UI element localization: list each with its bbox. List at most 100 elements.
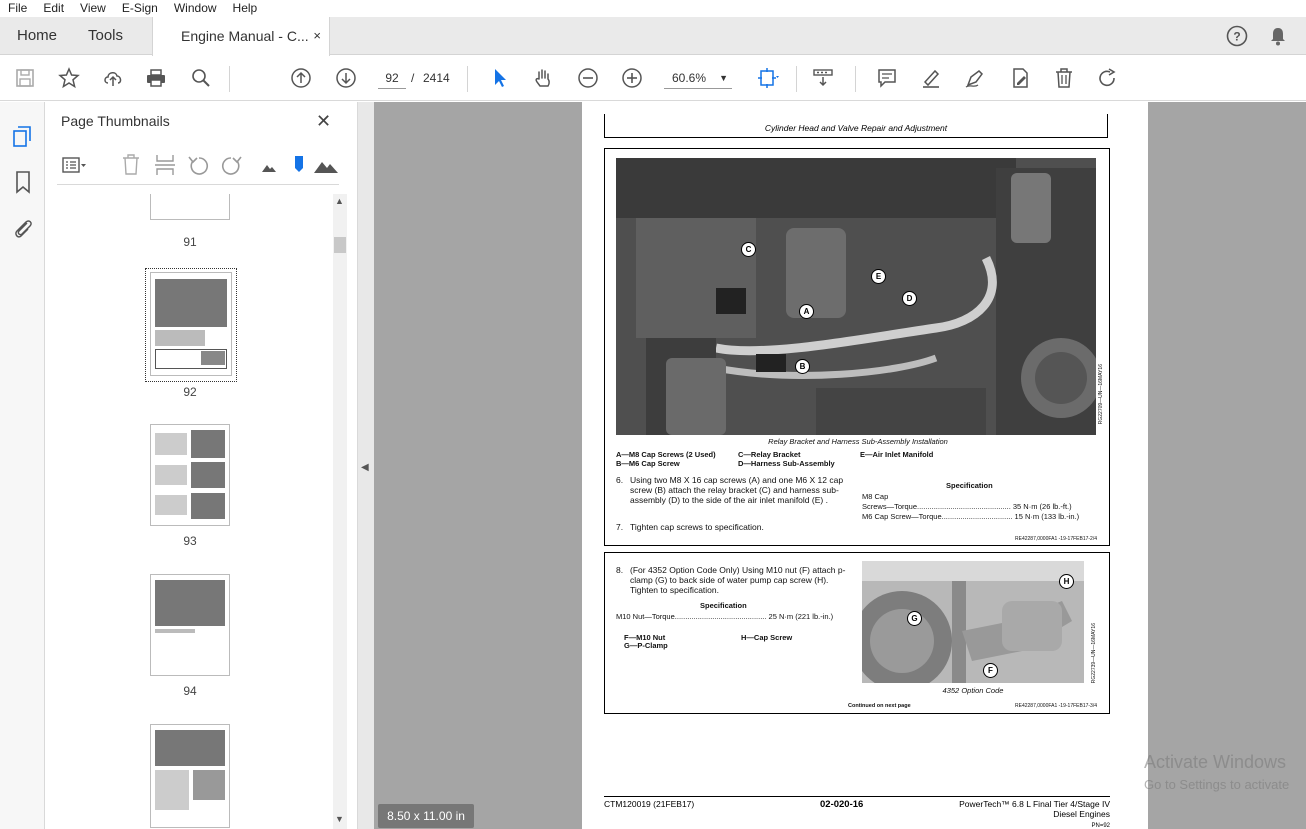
extract-page-icon[interactable] bbox=[152, 153, 178, 177]
step-number: 8. bbox=[616, 565, 624, 575]
redo-icon[interactable] bbox=[1096, 66, 1120, 90]
upload-icon[interactable] bbox=[101, 66, 125, 90]
thumbnail-label: 93 bbox=[183, 534, 197, 548]
menu-bar: File Edit View E-Sign Window Help bbox=[0, 0, 1306, 17]
options-menu-icon[interactable] bbox=[61, 153, 87, 177]
edit-document-icon[interactable] bbox=[1008, 66, 1032, 90]
spec-line: M8 Cap bbox=[862, 492, 889, 501]
zoom-in-icon[interactable] bbox=[620, 66, 644, 90]
panel-splitter[interactable]: ◀ bbox=[358, 102, 374, 829]
left-rail bbox=[0, 102, 45, 829]
spec-title: Specification bbox=[946, 481, 993, 490]
close-icon[interactable]: ✕ bbox=[316, 111, 331, 132]
rotate-right-icon[interactable] bbox=[219, 153, 245, 177]
reference-id: RE42287,0000FA1 -19-17FEB17-2/4 bbox=[1015, 536, 1097, 542]
menu-edit[interactable]: Edit bbox=[35, 0, 72, 17]
smaller-thumbnails-icon[interactable] bbox=[256, 153, 282, 177]
tab-home[interactable]: Home bbox=[17, 17, 57, 55]
search-icon[interactable] bbox=[189, 66, 213, 90]
scrollbar-thumb[interactable] bbox=[334, 237, 346, 253]
fit-page-icon[interactable] bbox=[756, 66, 780, 90]
next-page-icon[interactable] bbox=[334, 66, 358, 90]
hand-tool-icon[interactable] bbox=[531, 66, 555, 90]
draw-pen-icon[interactable] bbox=[963, 66, 987, 90]
page-thumbnail[interactable] bbox=[150, 194, 230, 220]
spec-line: M6 Cap Screw—Torque.....................… bbox=[862, 512, 1080, 521]
page-size-indicator: 8.50 x 11.00 in bbox=[378, 804, 474, 828]
thumbnail-image bbox=[191, 430, 225, 458]
rotate-left-icon[interactable] bbox=[185, 153, 211, 177]
callout-f: F bbox=[983, 663, 998, 678]
legend-item: H—Cap Screw bbox=[741, 633, 793, 642]
comment-icon[interactable] bbox=[875, 66, 899, 90]
thumbnail-list: 91 92 93 94 bbox=[45, 194, 332, 829]
panel-title: Page Thumbnails bbox=[61, 113, 170, 129]
callout-b: B bbox=[795, 359, 810, 374]
page-thumbnails-icon[interactable] bbox=[11, 124, 35, 148]
collapse-panel-icon[interactable]: ◀ bbox=[361, 462, 369, 473]
scroll-mode-icon[interactable] bbox=[811, 66, 835, 90]
toolbar-divider bbox=[229, 66, 230, 92]
zoom-out-icon[interactable] bbox=[576, 66, 600, 90]
spec-line: M10 Nut—Torque..........................… bbox=[616, 612, 834, 621]
menu-esign[interactable]: E-Sign bbox=[114, 0, 166, 17]
page-thumbnail[interactable] bbox=[150, 574, 230, 676]
tab-document[interactable]: Engine Manual - C... × bbox=[152, 17, 330, 56]
figure-box-1: C A E D B RG22709—UN—16MAY16 Relay Brack… bbox=[604, 148, 1110, 546]
thumbnail-toolbar bbox=[57, 149, 339, 185]
select-cursor-icon[interactable] bbox=[488, 66, 512, 90]
footer-doc-code: CTM120019 (21FEB17) bbox=[604, 799, 695, 809]
menu-help[interactable]: Help bbox=[225, 0, 266, 17]
thumbnail-label: 94 bbox=[183, 684, 197, 698]
callout-d: D bbox=[902, 291, 917, 306]
save-icon[interactable] bbox=[13, 66, 37, 90]
legend-item: B—M6 Cap Screw bbox=[616, 459, 680, 468]
thumbnail-size-slider[interactable] bbox=[287, 153, 313, 177]
page-thumbnail[interactable] bbox=[150, 424, 230, 526]
page-number-input[interactable]: 92 bbox=[378, 67, 406, 89]
thumbnail-text bbox=[155, 495, 187, 515]
thumbnail-text bbox=[155, 629, 195, 633]
toolbar-divider bbox=[796, 66, 797, 92]
menu-view[interactable]: View bbox=[72, 0, 114, 17]
thumbnail-scrollbar[interactable]: ▲ ▼ bbox=[333, 194, 347, 829]
tab-tools[interactable]: Tools bbox=[88, 17, 123, 55]
engine-photo bbox=[616, 158, 1096, 435]
thumbnail-image bbox=[193, 770, 225, 800]
page-thumbnail[interactable] bbox=[150, 724, 230, 828]
close-tab-icon[interactable]: × bbox=[313, 17, 321, 55]
zoom-level-select[interactable]: 60.6% ▼ bbox=[664, 67, 732, 89]
spec-title: Specification bbox=[700, 601, 747, 610]
menu-file[interactable]: File bbox=[0, 0, 35, 17]
step-number: 6. bbox=[616, 475, 624, 485]
thumbnail-text bbox=[155, 770, 189, 810]
continued-note: Continued on next page bbox=[848, 703, 911, 709]
delete-icon[interactable] bbox=[1052, 66, 1076, 90]
chevron-down-icon: ▼ bbox=[719, 73, 728, 83]
menu-window[interactable]: Window bbox=[166, 0, 225, 17]
legend-item: E—Air Inlet Manifold bbox=[860, 450, 934, 459]
previous-page-icon[interactable] bbox=[289, 66, 313, 90]
highlight-icon[interactable] bbox=[919, 66, 943, 90]
help-icon[interactable]: ? bbox=[1226, 25, 1248, 47]
legend-item: D—Harness Sub-Assembly bbox=[738, 459, 835, 468]
bell-icon[interactable] bbox=[1267, 25, 1289, 47]
scroll-down-icon[interactable]: ▼ bbox=[335, 814, 344, 824]
attachment-icon[interactable] bbox=[11, 216, 35, 240]
print-icon[interactable] bbox=[144, 66, 168, 90]
legend-item: C—Relay Bracket bbox=[738, 450, 801, 459]
page-thumbnail-selected[interactable] bbox=[150, 272, 232, 376]
footer-page-code: 02-020-16 bbox=[820, 799, 864, 810]
thumbnails-panel: Page Thumbnails ✕ 91 92 93 94 ▲ ▼ bbox=[45, 102, 358, 829]
star-icon[interactable] bbox=[57, 66, 81, 90]
larger-thumbnails-icon[interactable] bbox=[313, 153, 339, 177]
page-footer: CTM120019 (21FEB17) 02-020-16 PowerTech™… bbox=[604, 796, 1110, 829]
scroll-up-icon[interactable]: ▲ bbox=[335, 196, 344, 206]
reference-id: RE42287,0000FA1 -19-17FEB17-3/4 bbox=[1015, 703, 1097, 709]
thumbnail-label: 92 bbox=[183, 385, 197, 399]
thumbnail-label: 91 bbox=[183, 235, 197, 249]
svg-text:?: ? bbox=[1233, 30, 1240, 44]
document-viewport[interactable]: Cylinder Head and Valve Repair and Adjus… bbox=[374, 102, 1306, 829]
bookmark-icon[interactable] bbox=[11, 170, 35, 194]
delete-page-icon[interactable] bbox=[118, 153, 144, 177]
